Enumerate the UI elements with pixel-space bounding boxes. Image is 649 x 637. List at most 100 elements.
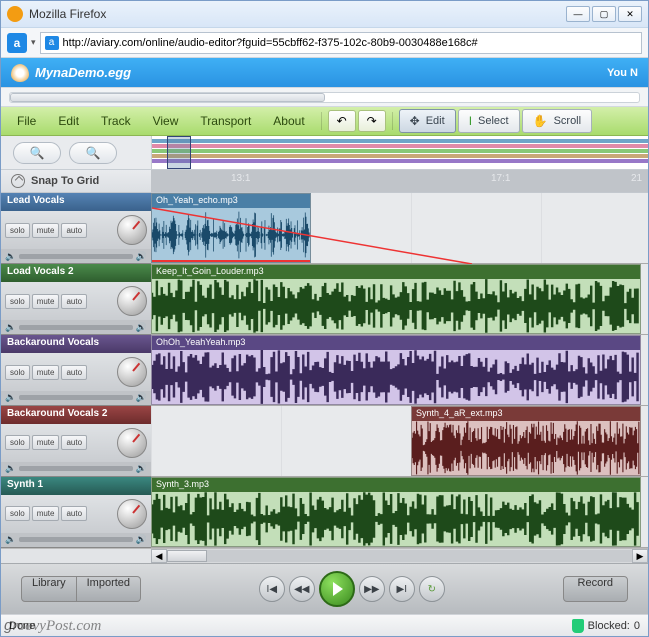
speaker-icon: 🔈 <box>5 251 16 262</box>
overview-scrollbar[interactable] <box>9 92 640 103</box>
track-lane[interactable]: OhOh_YeahYeah.mp3 <box>151 335 648 406</box>
volume-slider[interactable] <box>19 537 133 542</box>
site-icon[interactable]: a <box>7 33 27 53</box>
zoom-in-button[interactable]: 🔍 <box>69 142 117 164</box>
forward-button[interactable]: ▶▶ <box>359 576 385 602</box>
scroll-left-button[interactable]: ◀ <box>151 549 167 563</box>
play-icon <box>333 582 343 596</box>
waveform <box>152 492 640 546</box>
menu-about[interactable]: About <box>263 111 314 131</box>
auto-button[interactable]: auto <box>61 365 87 380</box>
track-header: Backaround Vocals solo mute auto 🔈 🔊 <box>1 335 151 406</box>
redo-button[interactable]: ↷ <box>358 110 386 132</box>
volume-slider[interactable] <box>19 466 133 471</box>
auto-button[interactable]: auto <box>61 223 87 238</box>
loop-button[interactable]: ↻ <box>419 576 445 602</box>
shield-icon[interactable] <box>572 619 584 633</box>
track-headers: Lead Vocals solo mute auto 🔈 🔊 Load Voca… <box>1 193 151 548</box>
track-name[interactable]: Backaround Vocals <box>1 335 151 353</box>
scroll-right-button[interactable]: ▶ <box>632 549 648 563</box>
solo-button[interactable]: solo <box>5 294 30 309</box>
speaker-loud-icon: 🔊 <box>136 251 147 262</box>
menu-view[interactable]: View <box>143 111 189 131</box>
track-name[interactable]: Synth 1 <box>1 477 151 495</box>
imported-button[interactable]: Imported <box>77 576 141 602</box>
tracks-area: Lead Vocals solo mute auto 🔈 🔊 Load Voca… <box>1 193 648 548</box>
auto-button[interactable]: auto <box>61 294 87 309</box>
menu-transport[interactable]: Transport <box>190 111 261 131</box>
play-button[interactable] <box>319 571 355 607</box>
audio-clip[interactable]: Keep_It_Goin_Louder.mp3 <box>151 264 641 334</box>
tool-edit[interactable]: ✥Edit <box>399 109 456 133</box>
speaker-loud-icon: 🔊 <box>136 463 147 474</box>
close-button[interactable]: ✕ <box>618 6 642 22</box>
status-bar: Done Blocked: 0 <box>1 614 648 636</box>
auto-button[interactable]: auto <box>61 435 87 450</box>
window-controls: — ▢ ✕ <box>566 6 642 22</box>
pan-knob[interactable] <box>117 286 147 316</box>
mute-button[interactable]: mute <box>32 365 60 380</box>
menu-file[interactable]: File <box>7 111 46 131</box>
waveform <box>152 350 640 404</box>
track-lane[interactable]: Keep_It_Goin_Louder.mp3 <box>151 264 648 335</box>
clip-filename: Synth_4_aR_ext.mp3 <box>412 407 640 421</box>
pan-knob[interactable] <box>117 428 147 458</box>
volume-slider[interactable] <box>19 254 133 259</box>
move-icon: ✥ <box>410 114 420 128</box>
track-name[interactable]: Lead Vocals <box>1 193 151 211</box>
audio-clip[interactable]: Synth_4_aR_ext.mp3 <box>411 406 641 476</box>
speaker-icon: 🔈 <box>5 534 16 545</box>
url-text: http://aviary.com/online/audio-editor?fg… <box>63 37 478 49</box>
waveform <box>152 279 640 333</box>
tool-scroll[interactable]: ✋Scroll <box>522 109 592 133</box>
maximize-button[interactable]: ▢ <box>592 6 616 22</box>
mute-button[interactable]: mute <box>32 435 60 450</box>
site-dropdown-icon[interactable]: ▾ <box>31 37 36 48</box>
zoom-out-button[interactable]: 🔍 <box>13 142 61 164</box>
snap-toggle[interactable]: Snap To Grid <box>1 170 151 193</box>
audio-clip[interactable]: OhOh_YeahYeah.mp3 <box>151 335 641 405</box>
mute-button[interactable]: mute <box>32 294 60 309</box>
rewind-button[interactable]: ◀◀ <box>289 576 315 602</box>
track-name[interactable]: Load Vocals 2 <box>1 264 151 282</box>
record-button[interactable]: Record <box>563 576 628 602</box>
solo-button[interactable]: solo <box>5 365 30 380</box>
track-lane[interactable]: Synth_3.mp3 <box>151 477 648 548</box>
speaker-icon: 🔈 <box>5 322 16 333</box>
undo-button[interactable]: ↶ <box>328 110 356 132</box>
track-lane[interactable]: Oh_Yeah_echo.mp3 <box>151 193 648 264</box>
pan-knob[interactable] <box>117 215 147 245</box>
track-name[interactable]: Backaround Vocals 2 <box>1 406 151 424</box>
ruler-mark: 13:1 <box>231 173 250 184</box>
mute-button[interactable]: mute <box>32 506 60 521</box>
audio-clip[interactable]: Oh_Yeah_echo.mp3 <box>151 193 311 263</box>
scroll-thumb[interactable] <box>167 550 207 562</box>
track-lane[interactable]: Synth_4_aR_ext.mp3 <box>151 406 648 477</box>
mute-button[interactable]: mute <box>32 223 60 238</box>
favicon-icon: a <box>45 36 59 50</box>
auto-button[interactable]: auto <box>61 506 87 521</box>
volume-slider[interactable] <box>19 395 133 400</box>
volume-slider[interactable] <box>19 325 133 330</box>
go-start-button[interactable]: I◀ <box>259 576 285 602</box>
overview-scroll-thumb[interactable] <box>10 93 325 102</box>
url-input[interactable]: a http://aviary.com/online/audio-editor?… <box>40 32 642 54</box>
menu-edit[interactable]: Edit <box>48 111 89 131</box>
pan-knob[interactable] <box>117 357 147 387</box>
library-button[interactable]: Library <box>21 576 77 602</box>
overview-minimap[interactable] <box>151 136 648 168</box>
horizontal-scrollbar[interactable]: ◀ ▶ <box>151 549 648 564</box>
solo-button[interactable]: solo <box>5 223 30 238</box>
speaker-loud-icon: 🔊 <box>136 322 147 333</box>
menu-track[interactable]: Track <box>91 111 141 131</box>
solo-button[interactable]: solo <box>5 435 30 450</box>
ruler-mark: 17:1 <box>491 173 510 184</box>
overview-selection[interactable] <box>167 136 191 168</box>
time-ruler[interactable]: 13:1 17:1 21 <box>151 170 648 193</box>
audio-clip[interactable]: Synth_3.mp3 <box>151 477 641 547</box>
solo-button[interactable]: solo <box>5 506 30 521</box>
pan-knob[interactable] <box>117 499 147 529</box>
go-end-button[interactable]: ▶I <box>389 576 415 602</box>
minimize-button[interactable]: — <box>566 6 590 22</box>
tool-select[interactable]: ISelect <box>458 109 520 133</box>
